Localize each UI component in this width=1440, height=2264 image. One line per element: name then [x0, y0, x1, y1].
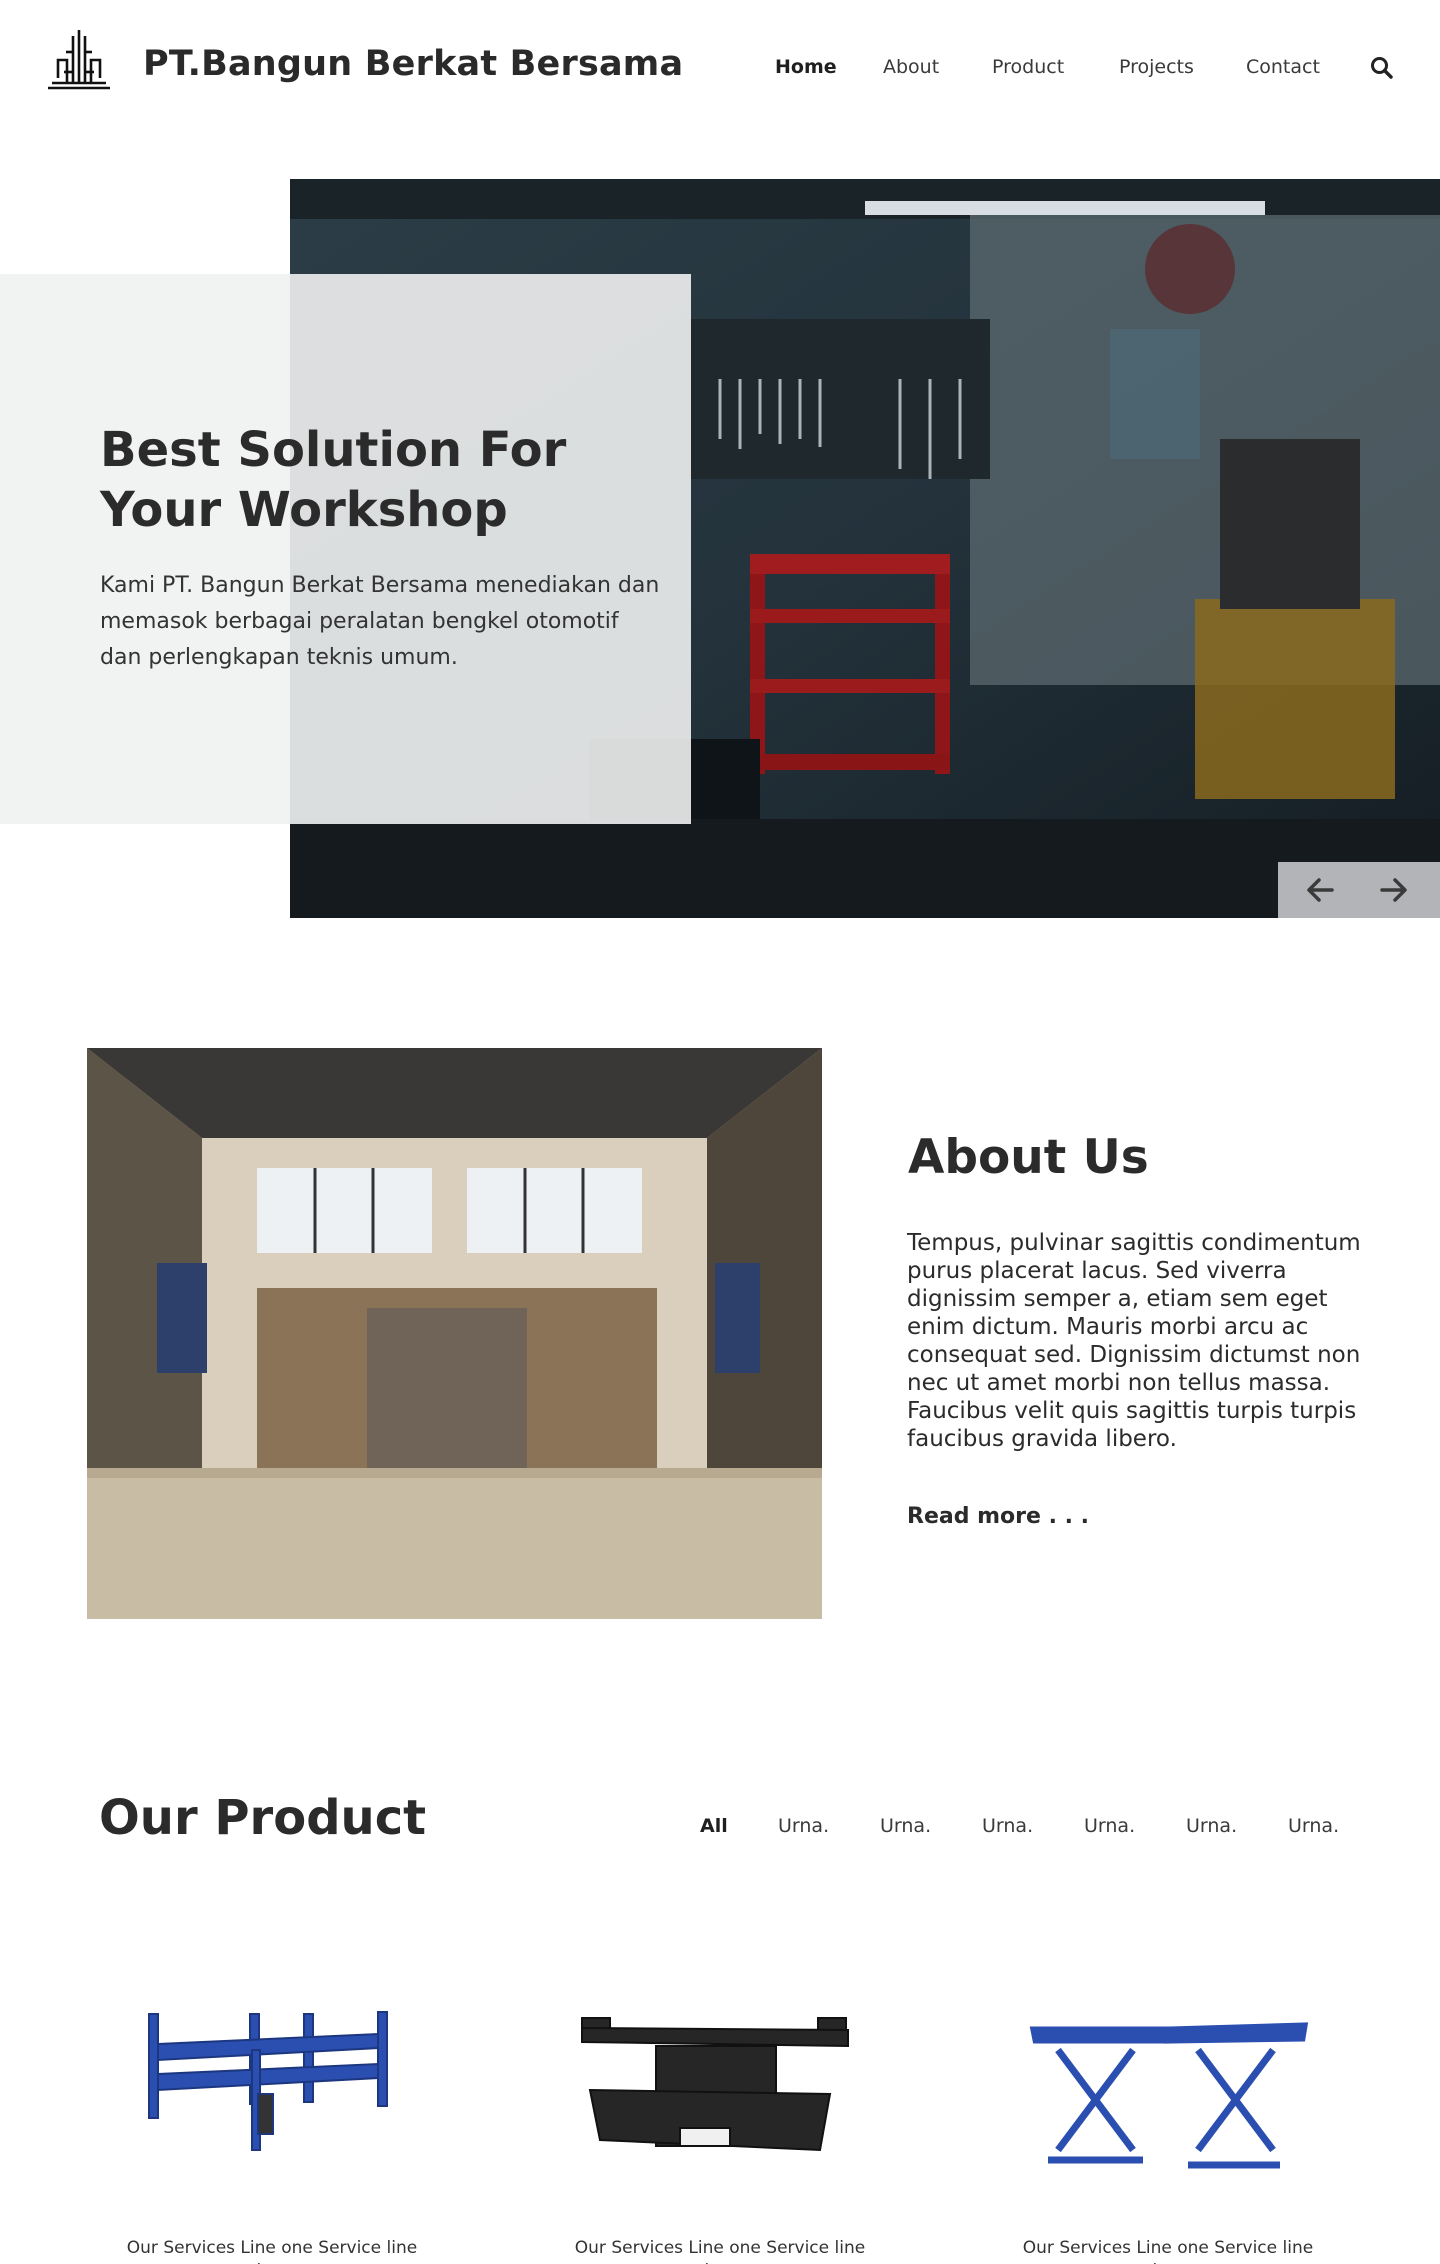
nav-home[interactable]: Home — [775, 56, 837, 78]
nav-projects[interactable]: Projects — [1119, 56, 1194, 78]
filter-category-1[interactable]: Urna. — [778, 1815, 829, 1837]
about-description: Tempus, pulvinar sagittis condimentum pu… — [907, 1230, 1361, 1452]
about-image-workshop-interior — [87, 1048, 822, 1619]
product-caption: Our Services Line one Service line two — [126, 2238, 418, 2264]
arrow-right-icon — [1380, 878, 1407, 902]
product-card-four-post-lift[interactable]: Our Services Line one Service line two — [122, 1990, 422, 2264]
filter-category-2[interactable]: Urna. — [880, 1815, 931, 1837]
scissor-lift-image — [1029, 2022, 1309, 2169]
prev-slide-button[interactable] — [1290, 862, 1350, 918]
filter-all[interactable]: All — [700, 1815, 728, 1837]
filter-category-6[interactable]: Urna. — [1288, 1815, 1339, 1837]
product-section-title: Our Product — [99, 1790, 427, 1846]
nav-about[interactable]: About — [883, 56, 939, 78]
four-post-lift-image — [148, 2011, 388, 2151]
nav-product[interactable]: Product — [992, 56, 1064, 78]
filter-category-5[interactable]: Urna. — [1186, 1815, 1237, 1837]
nav-contact[interactable]: Contact — [1246, 56, 1320, 78]
hero-overlay-panel — [0, 274, 691, 824]
next-slide-button[interactable] — [1364, 862, 1424, 918]
product-card-jacking-beam[interactable]: Our Services Line one Service line two — [570, 1990, 870, 2264]
product-card-scissor-lift[interactable]: Our Services Line one Service line two — [1018, 1990, 1318, 2264]
main-nav: Home About Product Projects Contact — [0, 56, 1440, 84]
filter-category-3[interactable]: Urna. — [982, 1815, 1033, 1837]
product-caption: Our Services Line one Service line two — [1022, 2238, 1314, 2264]
read-more-link[interactable]: Read more . . . — [907, 1504, 1089, 1529]
hero-description: Kami PT. Bangun Berkat Bersama menediaka… — [100, 573, 660, 670]
filter-category-4[interactable]: Urna. — [1084, 1815, 1135, 1837]
search-icon[interactable] — [1369, 55, 1395, 81]
hero-title: Best Solution For Your Workshop — [100, 422, 567, 538]
arrow-left-icon — [1307, 878, 1334, 902]
hero-slider-controls — [1278, 862, 1440, 918]
about-title: About Us — [908, 1130, 1149, 1185]
product-caption: Our Services Line one Service line two — [574, 2238, 866, 2264]
jacking-beam-image — [581, 2017, 849, 2152]
site-header: PT.Bangun Berkat Bersama Home About Prod… — [0, 0, 1440, 130]
